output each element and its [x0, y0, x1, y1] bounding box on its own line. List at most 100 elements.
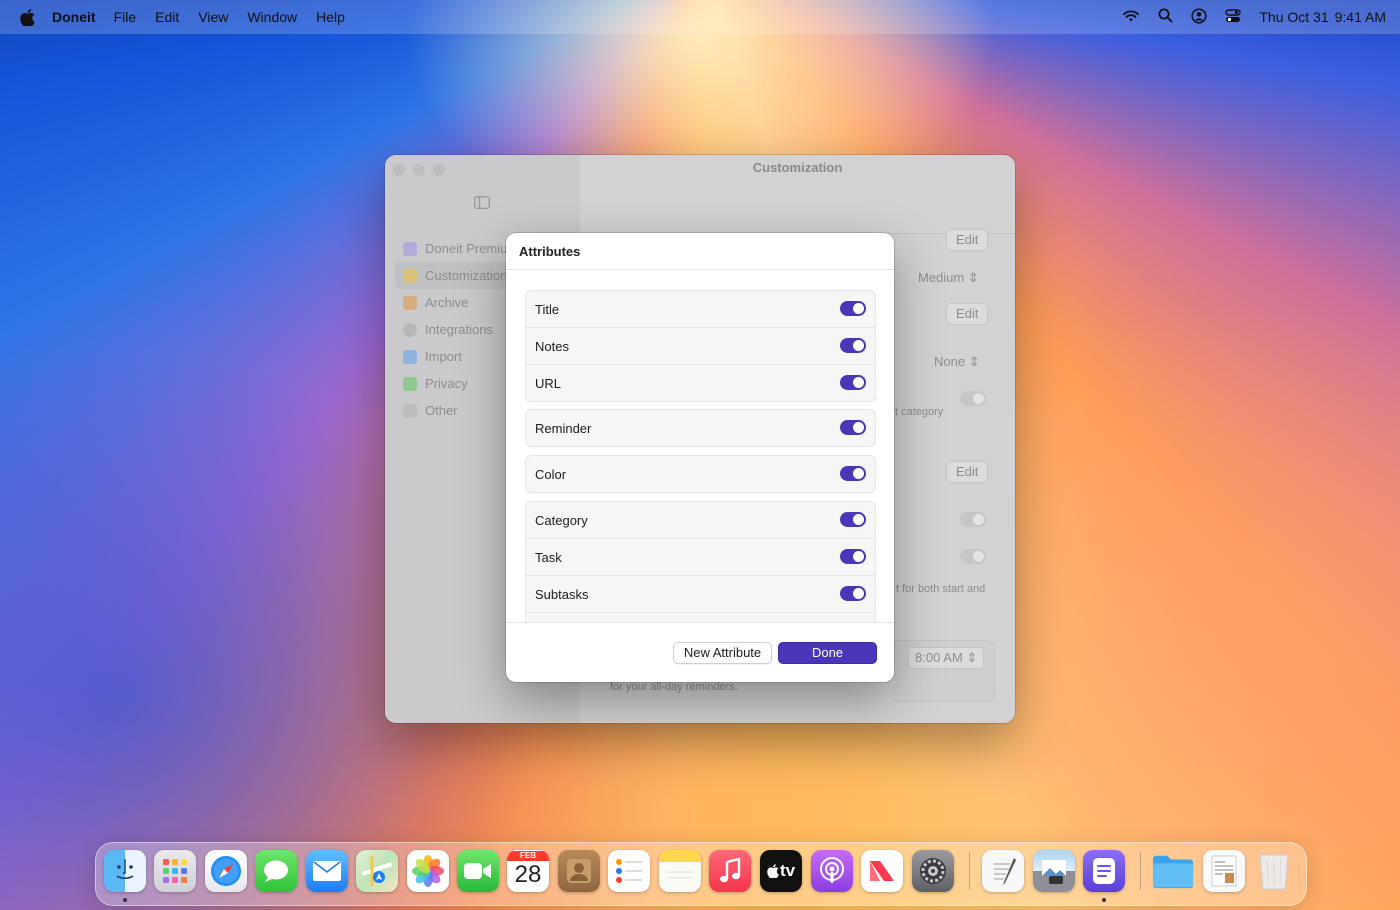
preview-icon[interactable]	[1033, 850, 1075, 892]
menu-help[interactable]: Help	[316, 9, 345, 25]
menu-app-name[interactable]: Doneit	[52, 9, 96, 25]
running-indicator	[1102, 898, 1106, 902]
control-center-icon[interactable]	[1225, 8, 1242, 26]
crown-icon	[403, 241, 417, 256]
done-button[interactable]: Done	[778, 642, 877, 664]
edit-button-3[interactable]: Edit	[946, 461, 989, 483]
music-icon[interactable]	[709, 850, 751, 892]
subtasks-toggle[interactable]	[840, 586, 866, 601]
chevron-updown-icon: ⇕	[966, 650, 978, 665]
launchpad-icon[interactable]	[154, 850, 196, 892]
menu-window[interactable]: Window	[247, 9, 297, 25]
clock-time: 9:41 AM	[1334, 9, 1386, 25]
attribute-label: Task	[535, 549, 562, 565]
none-popup[interactable]: None ⇕	[934, 354, 980, 370]
both-hint: t for both start and	[896, 583, 986, 595]
chevron-updown-icon: ⇕	[968, 354, 980, 369]
window-traffic-lights	[393, 164, 445, 176]
podcasts-icon[interactable]	[811, 850, 853, 892]
menu-view[interactable]: View	[198, 9, 228, 25]
attribute-row-notes: Notes	[526, 327, 875, 364]
none-value: None	[934, 354, 966, 369]
attribute-row-url: URL	[526, 364, 875, 401]
background-toggle-2[interactable]	[960, 512, 986, 527]
task-toggle[interactable]	[840, 549, 866, 564]
facetime-icon[interactable]	[457, 850, 499, 892]
sidebar-item-label: Doneit Premium	[425, 241, 519, 256]
dock-divider	[1140, 852, 1141, 890]
attribute-label: Title	[535, 301, 560, 317]
import-icon	[403, 349, 417, 364]
notes-toggle[interactable]	[840, 338, 866, 353]
allday-hint: for your all-day reminders.	[610, 681, 738, 693]
menu-clock[interactable]: Thu Oct 31 9:41 AM	[1259, 9, 1386, 25]
attribute-row-color: Color	[526, 456, 875, 492]
sheet-footer-divider	[506, 622, 894, 623]
zoom-window-button[interactable]	[433, 164, 445, 176]
url-toggle[interactable]	[840, 375, 866, 390]
color-toggle[interactable]	[840, 466, 866, 481]
new-attribute-button[interactable]: New Attribute	[673, 642, 772, 664]
attribute-group-reminder: Reminder	[525, 409, 876, 447]
edit-button-2[interactable]: Edit	[946, 303, 989, 325]
sidebar-item-label: Integrations	[425, 322, 493, 337]
clock-date: Thu Oct 31	[1259, 9, 1329, 25]
messages-icon[interactable]	[255, 850, 297, 892]
downloads-folder-icon[interactable]	[1152, 850, 1194, 892]
background-toggle-3[interactable]	[960, 549, 986, 564]
finder-icon[interactable]	[104, 850, 146, 892]
menu-file[interactable]: File	[114, 9, 137, 25]
time-value: 8:00 AM	[915, 650, 963, 665]
tv-label: tv	[779, 861, 796, 880]
attribute-group-organization: Category Task Subtasks	[525, 501, 876, 623]
priority-popup[interactable]: Medium ⇕	[918, 270, 979, 286]
attributes-sheet: Attributes Title Notes URL Reminder Colo…	[506, 233, 894, 682]
safari-icon[interactable]	[205, 850, 247, 892]
attribute-label: Color	[535, 466, 567, 482]
reminders-icon[interactable]	[608, 850, 650, 892]
attribute-label: Category	[535, 512, 588, 528]
background-toggle-1[interactable]	[960, 391, 986, 406]
wifi-icon[interactable]	[1122, 9, 1140, 26]
sidebar-item-label: Customization	[425, 268, 508, 283]
news-icon[interactable]	[861, 850, 903, 892]
reminder-toggle[interactable]	[840, 420, 866, 435]
hand-icon	[403, 376, 417, 391]
dock-divider	[969, 852, 970, 890]
sidebar-item-label: Privacy	[425, 376, 468, 391]
archive-icon	[403, 295, 417, 310]
time-stepper[interactable]: 8:00 AM ⇕	[908, 647, 985, 669]
menu-edit[interactable]: Edit	[155, 9, 179, 25]
menu-bar: Doneit File Edit View Window Help Thu Oc…	[0, 0, 1400, 34]
attribute-label: Notes	[535, 338, 569, 354]
sidebar-toggle-icon[interactable]	[474, 196, 490, 214]
sidebar-item-label: Archive	[425, 295, 469, 310]
contacts-icon[interactable]	[558, 850, 600, 892]
minimize-window-button[interactable]	[413, 164, 425, 176]
title-toggle[interactable]	[840, 301, 866, 316]
document-stack-icon[interactable]	[1203, 850, 1245, 892]
user-account-icon[interactable]	[1191, 7, 1207, 27]
window-title: Customization	[752, 160, 843, 175]
photos-icon[interactable]	[407, 850, 449, 892]
category-toggle[interactable]	[840, 512, 866, 527]
sheet-title: Attributes	[519, 244, 581, 259]
calendar-icon[interactable]: FEB 28	[507, 850, 549, 892]
attribute-label: Subtasks	[535, 586, 589, 602]
close-window-button[interactable]	[393, 164, 405, 176]
sidebar-item-label: Import	[425, 349, 462, 364]
calendar-day: 28	[514, 861, 542, 888]
notes-icon[interactable]	[659, 850, 701, 892]
trash-icon[interactable]	[1253, 850, 1295, 892]
textedit-icon[interactable]	[982, 850, 1024, 892]
doneit-icon[interactable]	[1083, 850, 1125, 892]
maps-icon[interactable]	[356, 850, 398, 892]
search-icon[interactable]	[1158, 8, 1173, 26]
apple-tv-icon[interactable]: tv	[760, 850, 802, 892]
apple-menu-icon[interactable]	[16, 8, 38, 26]
system-settings-icon[interactable]	[912, 850, 954, 892]
attribute-group-color: Color	[525, 455, 876, 493]
edit-button-1[interactable]: Edit	[946, 229, 989, 251]
mail-icon[interactable]	[306, 850, 348, 892]
priority-value: Medium	[918, 270, 965, 285]
